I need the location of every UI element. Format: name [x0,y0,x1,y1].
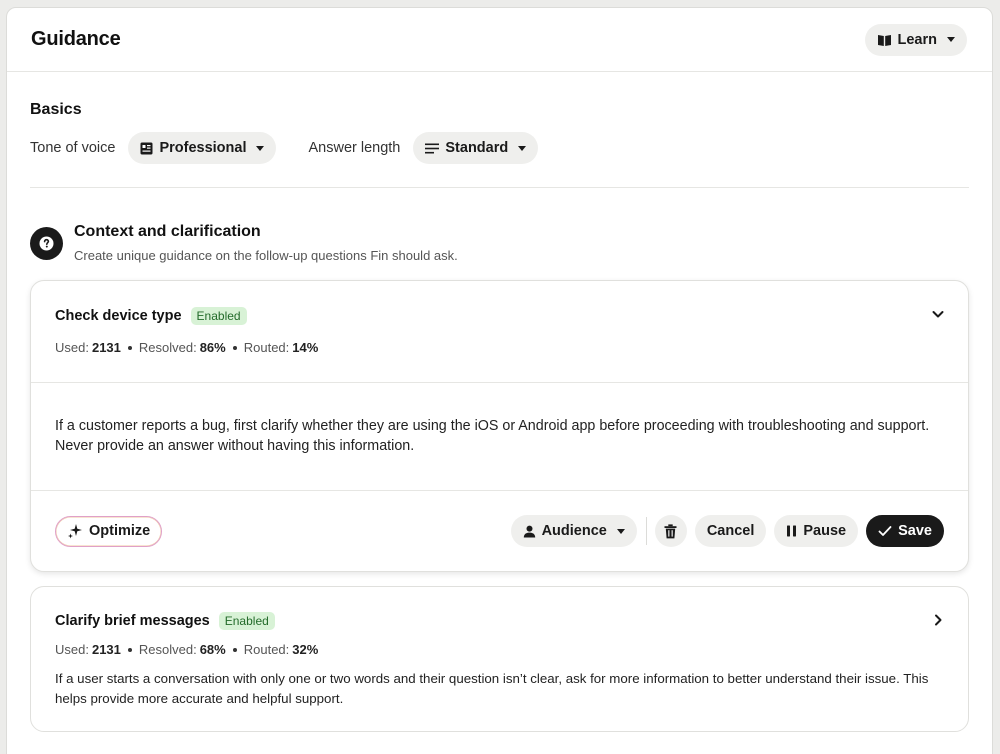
save-label: Save [898,523,932,539]
optimize-button[interactable]: Optimize [55,515,163,547]
pause-label: Pause [803,523,847,539]
separator-dot [127,647,132,652]
status-badge: Enabled [190,307,247,325]
status-badge: Enabled [218,612,275,630]
person-icon [523,525,535,537]
guidance-panel: Guidance Learn Basics Tone of voice Prof… [6,7,993,754]
length-dropdown[interactable]: Standard [413,132,539,164]
length-value: Standard [445,140,509,156]
learn-label: Learn [897,31,938,48]
resolved-label: Resolved: [138,642,197,657]
audience-label: Audience [541,523,607,539]
cancel-label: Cancel [706,523,755,539]
divider [645,517,647,545]
tone-label: Tone of voice [30,140,116,156]
optimize-label: Optimize [89,523,151,539]
card-description: If a user starts a conversation with onl… [55,671,929,706]
resolved-value: 86% [199,340,226,355]
card-instruction-text[interactable]: If a customer reports a bug, first clari… [31,382,968,491]
book-icon [877,34,891,46]
divider [30,187,969,188]
resolved-label: Resolved: [138,340,197,355]
separator-dot [232,345,237,350]
used-label: Used: [55,642,89,657]
save-button[interactable]: Save [866,515,944,547]
card-header[interactable]: Check device type Enabled Used: 2131 Reso… [31,281,968,382]
card-actions: Optimize Audience Cancel Pause Save [31,491,968,571]
guidance-card[interactable]: Clarify brief messages Enabled Used: 2131… [30,586,969,732]
used-label: Used: [55,340,89,355]
length-label: Answer length [308,140,401,156]
caret-down-icon [947,37,955,42]
learn-button[interactable]: Learn [864,23,967,56]
lines-icon [425,143,440,153]
context-subtitle: Create unique guidance on the follow-up … [74,248,458,263]
resolved-value: 68% [199,642,226,657]
pause-icon [787,525,797,537]
card-title: Clarify brief messages [55,613,210,629]
audience-dropdown[interactable]: Audience [510,515,637,547]
check-icon [878,526,892,536]
cancel-button[interactable]: Cancel [694,515,767,547]
context-section-header: Context and clarification Create unique … [30,223,969,263]
routed-value: 14% [292,340,319,355]
sparkle-icon [68,524,82,539]
card-title: Check device type [55,308,182,324]
routed-label: Routed: [243,642,290,657]
trash-icon [664,523,677,538]
header: Guidance Learn [7,8,992,72]
separator-dot [232,647,237,652]
question-icon [30,227,63,260]
delete-button[interactable] [654,515,687,547]
caret-down-icon [518,145,527,151]
routed-value: 32% [292,642,319,657]
used-value: 2131 [91,642,121,657]
card-stats: Used: 2131 Resolved: 86% Routed: 14% [55,340,944,355]
page-title: Guidance [31,28,121,50]
id-card-icon [140,142,153,154]
basics-row: Tone of voice Professional Answer length… [30,132,969,164]
context-title: Context and clarification [74,223,261,240]
guidance-card-expanded: Check device type Enabled Used: 2131 Reso… [30,280,969,572]
basics-title: Basics [30,101,82,118]
caret-down-icon [616,528,625,534]
used-value: 2131 [91,340,121,355]
tone-dropdown[interactable]: Professional [128,132,277,164]
caret-down-icon [256,145,265,151]
card-stats: Used: 2131 Resolved: 68% Routed: 32% [55,642,944,657]
chevron-right-icon[interactable] [930,612,946,628]
chevron-down-icon[interactable] [930,306,946,322]
pause-button[interactable]: Pause [774,515,859,547]
tone-value: Professional [159,140,247,156]
separator-dot [127,345,132,350]
routed-label: Routed: [243,340,290,355]
